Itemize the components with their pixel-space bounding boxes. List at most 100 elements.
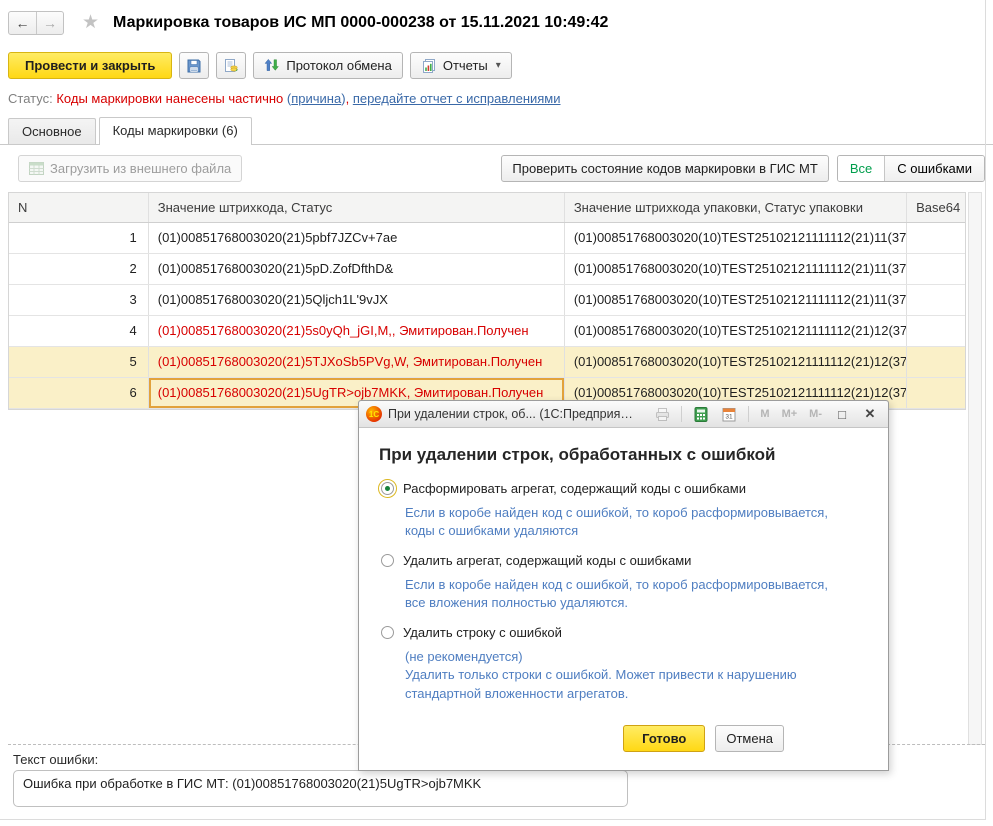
status-separator: , xyxy=(346,91,350,106)
option-delete-row[interactable]: Удалить строку с ошибкой xyxy=(381,625,868,640)
reports-button[interactable]: Отчеты ▾ xyxy=(410,52,512,79)
save-button[interactable] xyxy=(179,52,209,79)
exchange-arrows-icon xyxy=(264,58,280,74)
exchange-protocol-button[interactable]: Протокол обмена xyxy=(253,52,403,79)
forward-icon: → xyxy=(43,15,57,31)
table-import-icon xyxy=(29,162,44,175)
option-label: Удалить строку с ошибкой xyxy=(403,625,562,640)
window-bottom-edge xyxy=(0,819,986,820)
cell-base64[interactable] xyxy=(907,254,965,284)
table-row: 3 (01)00851768003020(21)5Qljch1L'9vJX (0… xyxy=(9,285,965,316)
table-row: 4 (01)00851768003020(21)5s0yQh_jGI,M,, Э… xyxy=(9,316,965,347)
titlebar-separator xyxy=(748,406,749,422)
cell-package[interactable]: (01)00851768003020(10)TEST25102121111112… xyxy=(565,347,907,377)
cell-n[interactable]: 1 xyxy=(9,223,149,253)
table-row: 5 (01)00851768003020(21)5TJXoSb5PVg,W, Э… xyxy=(9,347,965,378)
filter-all-button[interactable]: Все xyxy=(838,156,884,181)
option-label: Расформировать агрегат, содержащий коды … xyxy=(403,481,746,496)
dialog-title: При удалении строк, об... (1С:Предприяти… xyxy=(388,407,638,421)
post-and-close-button[interactable]: Провести и закрыть xyxy=(8,52,172,79)
option-description: Удалить только строки с ошибкой. Может п… xyxy=(405,666,850,703)
svg-text:31: 31 xyxy=(726,413,734,420)
calendar-icon[interactable]: 31 xyxy=(718,405,740,423)
send-corrections-link[interactable]: передайте отчет с исправлениями xyxy=(353,91,561,106)
option-description: Если в коробе найден код с ошибкой, то к… xyxy=(405,576,850,613)
1c-document-window: ← → ★ Маркировка товаров ИС МП 0000-0002… xyxy=(0,0,993,826)
save-icon xyxy=(186,58,202,74)
cancel-button[interactable]: Отмена xyxy=(715,725,784,752)
cell-n[interactable]: 3 xyxy=(9,285,149,315)
print-icon[interactable] xyxy=(651,405,673,423)
status-label: Статус: xyxy=(8,91,53,106)
cell-n[interactable]: 4 xyxy=(9,316,149,346)
cell-base64[interactable] xyxy=(907,378,965,408)
favorite-star-icon[interactable]: ★ xyxy=(82,13,99,33)
reason-link[interactable]: (причина) xyxy=(287,91,346,106)
status-line: Статус: Коды маркировки нанесены частичн… xyxy=(0,79,993,106)
tab-marking-codes[interactable]: Коды маркировки (6) xyxy=(99,117,252,145)
table-row: 1 (01)00851768003020(21)5pbf7JZCv+7ae (0… xyxy=(9,223,965,254)
cell-barcode[interactable]: (01)00851768003020(21)5pbf7JZCv+7ae xyxy=(149,223,565,253)
error-text-label: Текст ошибки: xyxy=(13,752,98,767)
cell-package[interactable]: (01)00851768003020(10)TEST25102121111112… xyxy=(565,285,907,315)
cell-n[interactable]: 2 xyxy=(9,254,149,284)
cell-n[interactable]: 6 xyxy=(9,378,149,408)
post-document-button[interactable] xyxy=(216,52,246,79)
cell-base64[interactable] xyxy=(907,285,965,315)
chevron-down-icon: ▾ xyxy=(496,60,501,71)
radio-icon[interactable] xyxy=(381,626,394,639)
option-description: Если в коробе найден код с ошибкой, то к… xyxy=(405,504,850,541)
memory-plus-button[interactable]: М+ xyxy=(779,408,801,420)
reports-label: Отчеты xyxy=(443,58,488,73)
table-row: 2 (01)00851768003020(21)5pD.ZofDfthD& (0… xyxy=(9,254,965,285)
filter-toggle-group: Все С ошибками xyxy=(837,155,985,182)
cell-n[interactable]: 5 xyxy=(9,347,149,377)
cell-barcode[interactable]: (01)00851768003020(21)5Qljch1L'9vJX xyxy=(149,285,565,315)
cell-barcode[interactable]: (01)00851768003020(21)5pD.ZofDfthD& xyxy=(149,254,565,284)
table-toolbar: Загрузить из внешнего файла Проверить со… xyxy=(0,145,993,182)
dialog-body: При удалении строк, обработанных с ошибк… xyxy=(359,428,888,770)
cell-base64[interactable] xyxy=(907,347,965,377)
load-external-file-label: Загрузить из внешнего файла xyxy=(50,161,231,176)
column-header-package: Значение штрихкода упаковки, Статус упак… xyxy=(565,193,907,222)
tab-bar: Основное Коды маркировки (6) xyxy=(0,117,993,145)
cell-barcode[interactable]: (01)00851768003020(21)5TJXoSb5PVg,W, Эми… xyxy=(149,347,565,377)
column-header-barcode: Значение штрихкода, Статус xyxy=(149,193,565,222)
cell-package[interactable]: (01)00851768003020(10)TEST25102121111112… xyxy=(565,223,907,253)
memory-recall-button[interactable]: М xyxy=(757,408,772,420)
maximize-icon[interactable]: □ xyxy=(831,405,853,423)
calculator-icon[interactable] xyxy=(690,405,712,423)
radio-icon[interactable] xyxy=(381,554,394,567)
option-unpack-aggregate[interactable]: Расформировать агрегат, содержащий коды … xyxy=(381,481,868,496)
error-text-field[interactable]: Ошибка при обработке в ГИС МТ: (01)00851… xyxy=(13,770,628,807)
back-button[interactable]: ← xyxy=(9,12,36,34)
cell-barcode[interactable]: (01)00851768003020(21)5s0yQh_jGI,M,, Эми… xyxy=(149,316,565,346)
option-note: (не рекомендуется) xyxy=(405,648,850,666)
tab-main[interactable]: Основное xyxy=(8,118,96,144)
titlebar-separator xyxy=(681,406,682,422)
radio-selected-icon[interactable] xyxy=(381,482,394,495)
done-button[interactable]: Готово xyxy=(623,725,705,752)
nav-history-group: ← → xyxy=(8,11,64,35)
dialog-footer: Готово Отмена xyxy=(379,715,868,760)
header: ← → ★ Маркировка товаров ИС МП 0000-0002… xyxy=(0,0,993,38)
column-header-base64: Base64 xyxy=(907,193,965,222)
cell-package[interactable]: (01)00851768003020(10)TEST25102121111112… xyxy=(565,254,907,284)
cell-base64[interactable] xyxy=(907,316,965,346)
vertical-scrollbar[interactable] xyxy=(968,192,982,745)
1c-logo-icon: 1С xyxy=(366,406,382,422)
forward-button[interactable]: → xyxy=(36,12,63,34)
memory-minus-button[interactable]: М- xyxy=(806,408,825,420)
cell-package[interactable]: (01)00851768003020(10)TEST25102121111112… xyxy=(565,316,907,346)
cell-base64[interactable] xyxy=(907,223,965,253)
check-codes-gis-button[interactable]: Проверить состояние кодов маркировки в Г… xyxy=(501,155,828,182)
dialog-heading: При удалении строк, обработанных с ошибк… xyxy=(379,445,868,465)
close-icon[interactable]: ✕ xyxy=(859,405,881,423)
page-title: Маркировка товаров ИС МП 0000-000238 от … xyxy=(113,14,608,32)
load-external-file-button[interactable]: Загрузить из внешнего файла xyxy=(18,155,242,182)
dialog-titlebar: 1С При удалении строк, об... (1С:Предпри… xyxy=(359,401,888,428)
option-delete-aggregate[interactable]: Удалить агрегат, содержащий коды с ошибк… xyxy=(381,553,868,568)
table-header-row: N Значение штрихкода, Статус Значение шт… xyxy=(9,193,965,223)
toolbar: Провести и закрыть Протокол обмена Отчет… xyxy=(0,38,993,79)
filter-errors-button[interactable]: С ошибками xyxy=(884,156,984,181)
